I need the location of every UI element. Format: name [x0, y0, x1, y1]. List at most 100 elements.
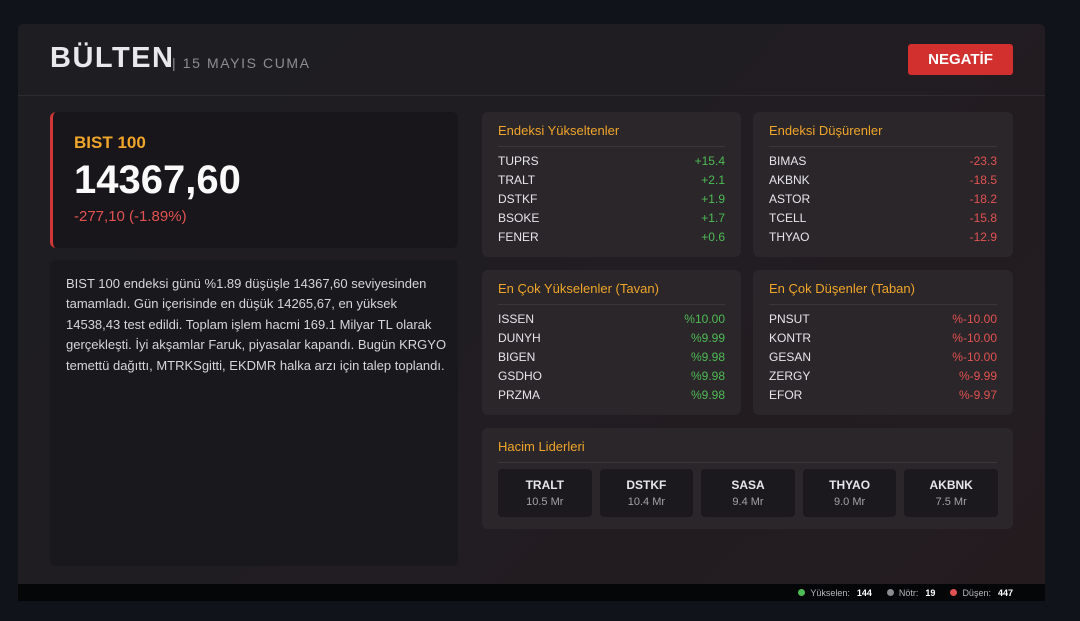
- stock-symbol: PNSUT: [769, 312, 810, 326]
- page-title: BÜLTEN: [50, 42, 175, 74]
- neutral-label: Nötr:: [898, 587, 919, 598]
- list-item: EFOR %-9.97: [769, 386, 997, 405]
- stock-symbol: ASTOR: [769, 192, 811, 206]
- stock-symbol: FENER: [498, 230, 539, 244]
- volume-item: DSTKF 10.4 Mr: [599, 469, 694, 517]
- index-value: 14367,60: [74, 158, 241, 202]
- stock-symbol: TUPRS: [498, 154, 539, 168]
- volume-item: THYAO 9.0 Mr: [802, 469, 897, 517]
- ceiling-title: En Çok Yükselenler (Tavan): [498, 281, 659, 296]
- stock-symbol: AKBNK: [769, 173, 810, 187]
- ceiling-panel: En Çok Yükselenler (Tavan) ISSEN %10.00 D…: [482, 270, 741, 415]
- stock-value: %-10.00: [952, 331, 997, 345]
- stock-symbol: KONTR: [769, 331, 811, 345]
- volume-amount: 9.4 Mr: [732, 496, 764, 508]
- list-item: TUPRS +15.4: [498, 152, 725, 171]
- stock-symbol: TRALT: [498, 173, 536, 187]
- list-item: GSDHO %9.98: [498, 367, 725, 386]
- stock-value: +2.1: [701, 173, 725, 187]
- falling-label: Düşen:: [962, 587, 991, 598]
- stock-symbol: DSTKF: [626, 478, 667, 492]
- list-item: TCELL -15.8: [769, 209, 997, 228]
- list-item: AKBNK -18.5: [769, 171, 997, 190]
- gainers-panel: Endeksi Yükseltenler TUPRS +15.4 TRALT +2.…: [482, 112, 741, 257]
- stock-value: -18.2: [969, 192, 997, 206]
- summary-text: BIST 100 endeksi günü %1.89 düşüşle 1436…: [66, 276, 447, 373]
- rising-label: Yükselen:: [810, 587, 850, 598]
- divider: [769, 146, 997, 147]
- index-name: BIST 100: [74, 133, 146, 152]
- stock-value: -18.5: [969, 173, 997, 187]
- losers-list: BIMAS -23.3 AKBNK -18.5 ASTOR -18.2 TCELL -1…: [769, 152, 997, 247]
- neutral-count: 19: [925, 587, 936, 598]
- stock-symbol: THYAO: [829, 478, 871, 492]
- stock-value: +0.6: [701, 230, 725, 244]
- status-bar: Yükselen: 144 Nötr: 19 Düşen: 447: [18, 584, 1045, 601]
- stock-symbol: GSDHO: [498, 369, 543, 383]
- floor-title: En Çok Düşenler (Taban): [769, 281, 915, 296]
- list-item: THYAO -12.9: [769, 228, 997, 247]
- volume-panel: Hacim Liderleri TRALT 10.5 Mr DSTKF 10.4 M…: [482, 428, 1013, 529]
- stock-symbol: BSOKE: [498, 211, 540, 225]
- market-summary: BIST 100 endeksi günü %1.89 düşüşle 1436…: [50, 260, 458, 566]
- list-item: DSTKF +1.9: [498, 190, 725, 209]
- list-item: ZERGY %-9.99: [769, 367, 997, 386]
- volume-amount: 10.5 Mr: [526, 496, 564, 508]
- rising-count: 144: [856, 587, 872, 598]
- divider: [498, 304, 725, 305]
- index-card: BIST 100 14367,60 -277,10 (-1.89%): [50, 112, 458, 248]
- gainers-title: Endeksi Yükseltenler: [498, 123, 620, 138]
- bulletin-header: BÜLTEN | 15 MAYIS CUMA NEGATİF: [18, 24, 1045, 96]
- stock-value: -15.8: [969, 211, 997, 225]
- stock-value: %10.00: [684, 312, 725, 326]
- ceiling-list: ISSEN %10.00 DUNYH %9.99 BIGEN %9.98 GSDHO%…: [498, 310, 725, 405]
- stock-value: %-9.97: [958, 388, 997, 402]
- stock-symbol: GESAN: [769, 350, 812, 364]
- stock-symbol: DUNYH: [498, 331, 541, 345]
- volume-item: TRALT 10.5 Mr: [498, 469, 592, 517]
- stock-value: %9.98: [690, 369, 725, 383]
- list-item: BIGEN %9.98: [498, 348, 725, 367]
- stock-symbol: ZERGY: [769, 369, 811, 383]
- stock-value: +1.9: [701, 192, 725, 206]
- list-item: DUNYH %9.99: [498, 329, 725, 348]
- stock-value: %9.99: [690, 331, 725, 345]
- list-item: GESAN %-10.00: [769, 348, 997, 367]
- stock-value: %-10.00: [952, 312, 997, 326]
- falling-count: 447: [997, 587, 1013, 598]
- rising-stat: Yükselen: 144: [798, 588, 872, 598]
- green-dot-icon: [798, 589, 806, 596]
- neutral-stat: Nötr: 19: [886, 587, 936, 598]
- divider: [498, 462, 997, 463]
- list-item: ASTOR -18.2: [769, 190, 997, 209]
- volume-amount: 9.0 Mr: [833, 496, 866, 508]
- stock-symbol: DSTKF: [498, 192, 538, 206]
- market-breadth: Yükselen: 144 Nötr: 19 Düşen: 447: [783, 584, 1013, 601]
- list-item: BIMAS -23.3: [769, 152, 997, 171]
- gainers-list: TUPRS +15.4 TRALT +2.1 DSTKF +1.9 BSOKE +1.7…: [498, 152, 725, 247]
- list-item: KONTR %-10.00: [769, 329, 997, 348]
- list-item: FENER +0.6: [498, 228, 725, 247]
- divider: [769, 304, 997, 305]
- list-item: ISSEN %10.00: [498, 310, 725, 329]
- volume-list: TRALT 10.5 Mr DSTKF 10.4 Mr SASA 9.4 Mr THY…: [498, 469, 998, 517]
- divider: [498, 146, 725, 147]
- falling-stat: Düşen: 447: [950, 588, 1013, 598]
- volume-amount: 7.5 Mr: [935, 496, 967, 508]
- bulletin-date: | 15 MAYIS CUMA: [172, 55, 311, 71]
- sentiment-badge: NEGATİF: [908, 44, 1013, 75]
- stock-symbol: BIMAS: [769, 154, 807, 168]
- gray-dot-icon: [886, 589, 894, 596]
- volume-title: Hacim Liderleri: [498, 439, 585, 454]
- volume-item: AKBNK 7.5 Mr: [904, 469, 998, 517]
- stock-value: %9.98: [690, 388, 725, 402]
- stock-symbol: EFOR: [769, 388, 803, 402]
- stock-symbol: TRALT: [525, 478, 565, 492]
- volume-amount: 10.4 Mr: [627, 496, 666, 508]
- stock-symbol: BIGEN: [498, 350, 536, 364]
- losers-title: Endeksi Düşürenler: [769, 123, 883, 138]
- list-item: BSOKE +1.7: [498, 209, 725, 228]
- stock-symbol: THYAO: [769, 230, 810, 244]
- stock-symbol: SASA: [731, 478, 765, 492]
- stock-symbol: TCELL: [769, 211, 807, 225]
